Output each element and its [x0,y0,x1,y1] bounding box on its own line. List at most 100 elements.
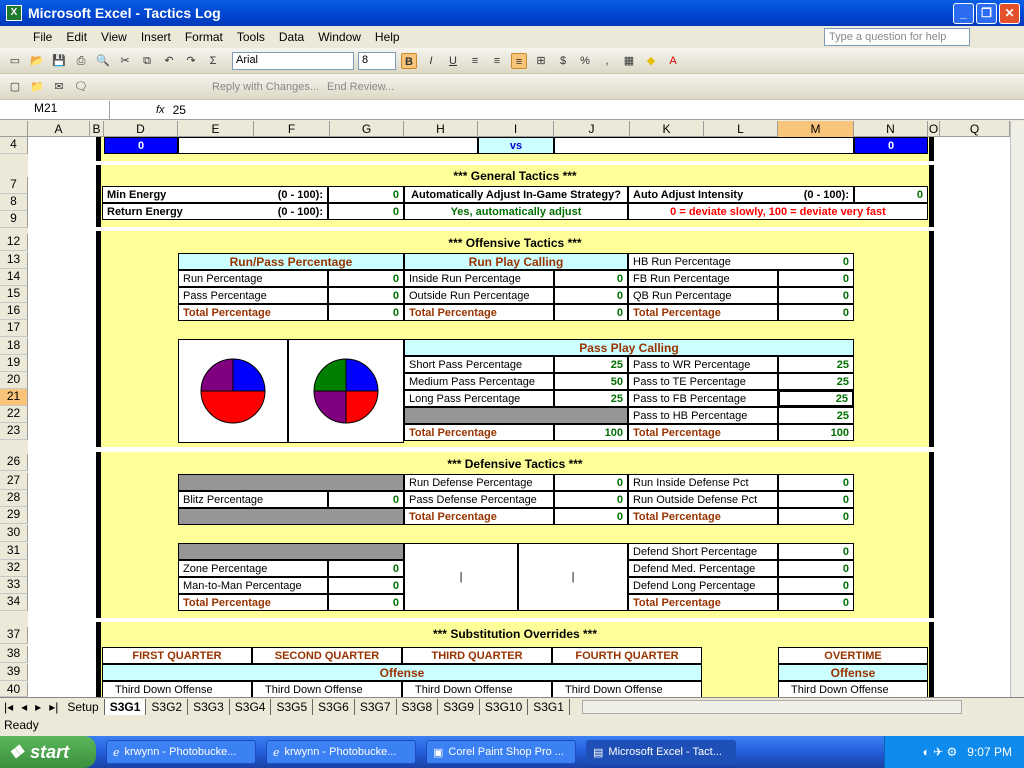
corner-select[interactable] [0,121,28,137]
tab-s3g3[interactable]: S3G3 [188,698,230,715]
total-value[interactable]: 0 [554,304,628,321]
col-header[interactable]: J [554,121,630,137]
target-total-value[interactable]: 100 [778,424,854,441]
tab-s3g9[interactable]: S3G9 [438,698,480,715]
borders-icon[interactable]: ▦ [621,53,637,69]
tab-s3g1-copy[interactable]: S3G1 [528,698,570,715]
total-value[interactable]: 0 [778,304,854,321]
align-center-icon[interactable]: ≡ [489,53,505,69]
col-header[interactable]: I [478,121,554,137]
menu-edit[interactable]: Edit [59,30,94,44]
tab-scroll-first-icon[interactable]: |◂ [0,700,17,714]
row-header[interactable]: 38 [0,646,28,663]
clock[interactable]: 9:07 PM [967,745,1012,759]
horizontal-scrollbar[interactable] [581,699,962,714]
sum-icon[interactable]: Σ [205,53,221,69]
third-down-offense[interactable]: Third Down Offense [552,681,702,697]
percent-icon[interactable]: % [577,53,593,69]
help-search-input[interactable]: Type a question for help [824,28,970,46]
task-paint-shop[interactable]: ▣ Corel Paint Shop Pro ... [426,740,576,764]
redo-icon[interactable]: ↷ [183,53,199,69]
menu-format[interactable]: Format [178,30,230,44]
tab-s3g6[interactable]: S3G6 [313,698,355,715]
copy-icon[interactable]: ⧉ [139,53,155,69]
tab-setup[interactable]: Setup [62,698,105,715]
tab-s3g2[interactable]: S3G2 [146,698,189,715]
row-header[interactable]: 7 [0,177,28,194]
hb-pass-value[interactable]: 25 [778,407,854,424]
start-button[interactable]: ❖ start [0,736,96,768]
tab-s3g8[interactable]: S3G8 [397,698,439,715]
third-down-offense[interactable]: Third Down Offense [252,681,402,697]
tab-scroll-next-icon[interactable]: ▸ [31,700,45,714]
font-color-icon[interactable]: A [665,53,681,69]
outside-run-value[interactable]: 0 [554,287,628,304]
row-header[interactable]: 39 [0,664,28,681]
home-team-cell[interactable] [178,137,478,154]
col-header[interactable]: E [178,121,254,137]
menu-window[interactable]: Window [311,30,368,44]
wr-value[interactable]: 25 [778,356,854,373]
row-header[interactable]: 4 [0,137,28,154]
merge-icon[interactable]: ⊞ [533,53,549,69]
blitz-value[interactable]: 0 [328,491,404,508]
italic-icon[interactable]: I [423,53,439,69]
menu-help[interactable]: Help [368,30,407,44]
task-photobucket-2[interactable]: ℯ krwynn - Photobucke... [266,740,416,764]
reply-with-changes[interactable]: Reply with Changes... [212,81,319,93]
tab-s3g7[interactable]: S3G7 [355,698,397,715]
pass-defense-value[interactable]: 0 [554,491,628,508]
tab-s3g4[interactable]: S3G4 [230,698,272,715]
col-header-selected[interactable]: M [778,121,854,137]
auto-adjust-answer[interactable]: Yes, automatically adjust [404,203,628,220]
row-header[interactable]: 19 [0,355,28,372]
currency-icon[interactable]: $ [555,53,571,69]
comma-icon[interactable]: , [599,53,615,69]
row-header[interactable]: 8 [0,194,28,211]
print-icon[interactable]: ⎙ [73,53,89,69]
row-header[interactable]: 9 [0,211,28,228]
run-inside-def-value[interactable]: 0 [778,474,854,491]
menu-insert[interactable]: Insert [134,30,178,44]
total-value[interactable]: 0 [554,508,628,525]
tab-s3g10[interactable]: S3G10 [480,698,529,715]
align-right-icon[interactable]: ≡ [511,52,527,69]
close-button[interactable]: ✕ [999,3,1020,24]
cut-icon[interactable]: ✂ [117,53,133,69]
fill-color-icon[interactable]: ◆ [643,53,659,69]
run-defense-value[interactable]: 0 [554,474,628,491]
col-header[interactable]: O [928,121,940,137]
worksheet-grid[interactable]: 0 vs 0 *** General Tactics *** Min Energ… [28,137,1010,697]
task-excel[interactable]: ▤ Microsoft Excel - Tact... [586,740,736,764]
font-size-select[interactable]: 8 [358,51,396,70]
row-header[interactable]: 37 [0,627,28,644]
away-score[interactable]: 0 [854,137,928,154]
intensity-value[interactable]: 0 [854,186,928,203]
col-header[interactable]: D [104,121,178,137]
row-header[interactable]: 14 [0,269,28,286]
row-header[interactable]: 34 [0,594,28,611]
minimize-button[interactable]: _ [953,3,974,24]
row-header[interactable]: 33 [0,577,28,594]
man-value[interactable]: 0 [328,577,404,594]
long-pass-value[interactable]: 25 [554,390,628,407]
home-score[interactable]: 0 [104,137,178,154]
menu-tools[interactable]: Tools [230,30,272,44]
row-header[interactable]: 13 [0,252,28,269]
fb-run-value[interactable]: 0 [778,270,854,287]
total-value[interactable]: 0 [778,594,854,611]
row-header[interactable]: 31 [0,543,28,560]
third-down-offense[interactable]: Third Down Offense [102,681,252,697]
inside-run-value[interactable]: 0 [554,270,628,287]
col-header[interactable]: A [28,121,90,137]
review-icon[interactable]: ▢ [7,79,23,95]
hb-run-value[interactable]: 0 [778,253,854,270]
return-energy-value[interactable]: 0 [328,203,404,220]
col-header[interactable]: K [630,121,704,137]
menu-view[interactable]: View [94,30,134,44]
total-value[interactable]: 0 [328,304,404,321]
col-header[interactable]: H [404,121,478,137]
mail-icon[interactable]: ✉ [51,79,67,95]
col-header[interactable]: B [90,121,104,137]
underline-icon[interactable]: U [445,53,461,69]
